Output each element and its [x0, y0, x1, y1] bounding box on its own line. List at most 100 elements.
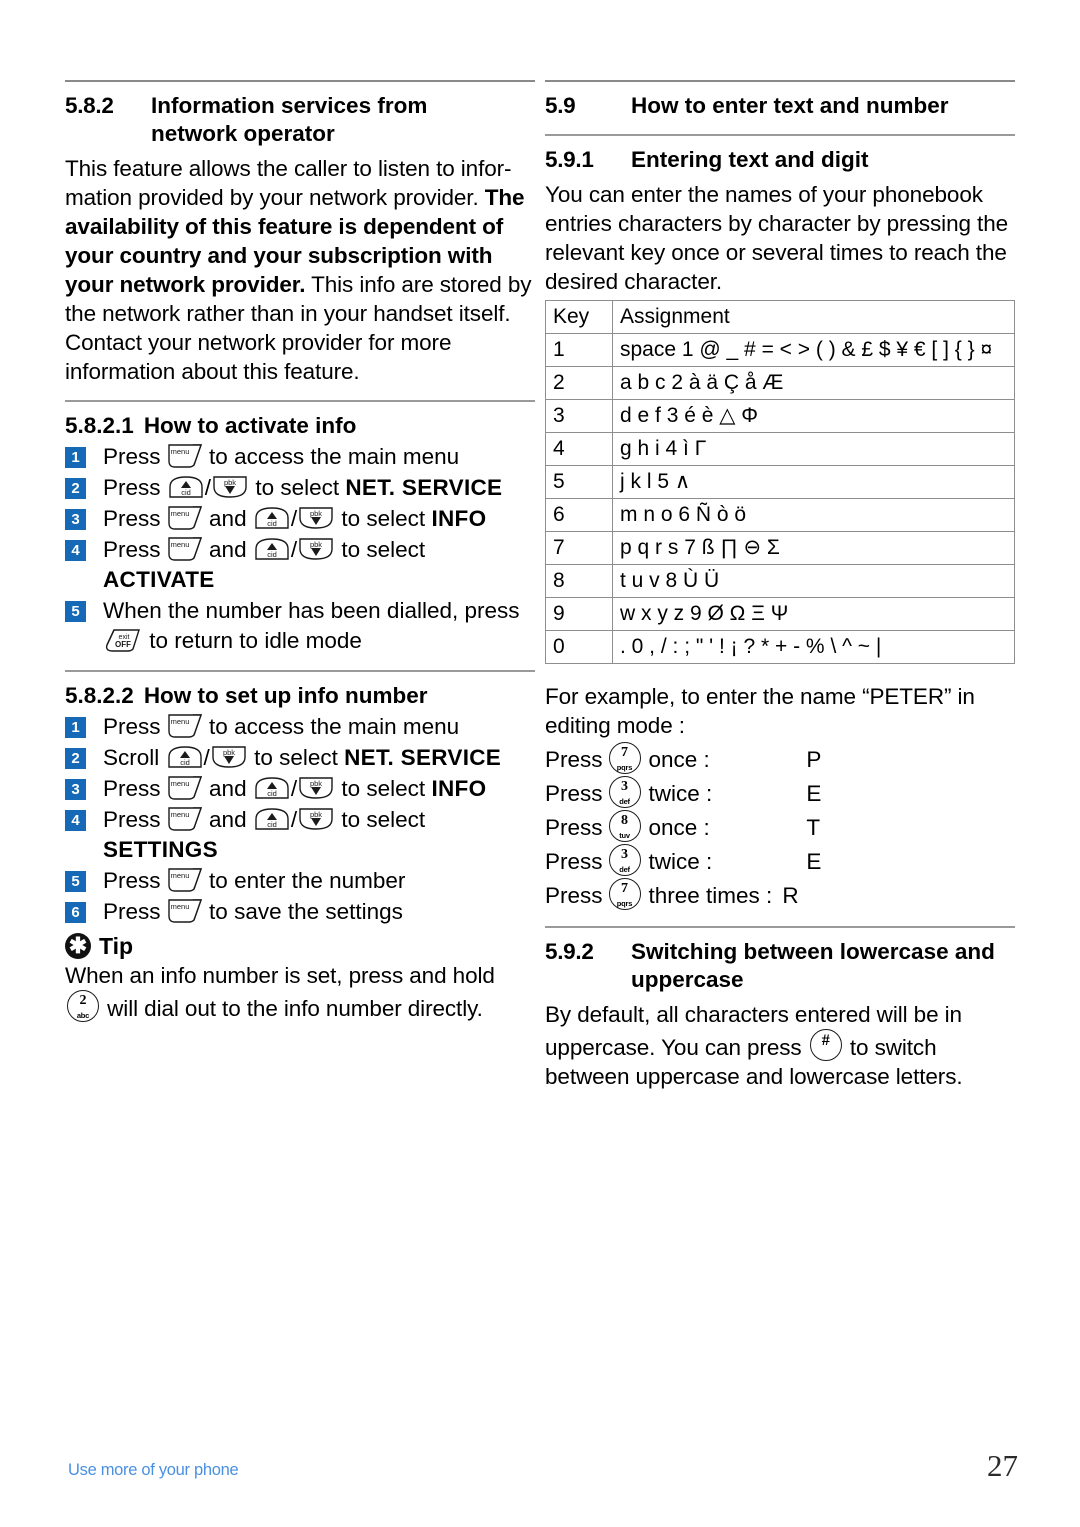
press-count: three times :: [648, 882, 773, 908]
up-cid-key-icon[interactable]: cid: [167, 474, 205, 500]
heading-5-9: 5.9 How to enter text and number: [545, 92, 1015, 120]
svg-text:menu: menu: [170, 509, 189, 518]
heading-text: How to set up info number: [143, 683, 428, 708]
up-cid-key-icon[interactable]: cid: [253, 775, 291, 801]
key-3-def-icon[interactable]: 3 def: [608, 844, 641, 876]
cell-key: 3: [545, 399, 613, 433]
footer-chapter-label: Use more of your phone: [68, 1461, 239, 1479]
key-sublabel: pqrs: [616, 763, 633, 772]
menu-key-icon[interactable]: menu: [167, 867, 203, 893]
list-item: 5 Press menu to enter the number: [65, 866, 535, 896]
exit-off-key-icon[interactable]: exit OFF: [103, 627, 143, 653]
table-row: 9 w x y z 9 Ø Ω Ξ Ψ: [545, 597, 1015, 631]
down-pbk-key-icon[interactable]: pbk: [297, 806, 335, 832]
svg-text:cid: cid: [267, 550, 277, 559]
step-text-mid: and: [209, 776, 247, 801]
press-label: Press: [545, 814, 603, 840]
key-hash-icon[interactable]: #: [809, 1029, 842, 1061]
step-text-post: to select: [255, 475, 340, 500]
key-sublabel: def: [619, 865, 630, 874]
table-row: Press 3 def twice : E: [545, 844, 821, 878]
step-text-post: to access the main menu: [209, 714, 460, 739]
key-7-pqrs-icon[interactable]: 7 pqrs: [608, 742, 641, 774]
key-digit: 3: [621, 779, 629, 794]
menu-key-icon[interactable]: menu: [167, 443, 203, 469]
down-pbk-key-icon[interactable]: pbk: [211, 474, 249, 500]
cell-key: 5: [545, 465, 613, 499]
step-menu-value: NET. SERVICE: [344, 745, 502, 770]
press-count: twice :: [648, 780, 713, 806]
svg-text:pbk: pbk: [310, 509, 322, 518]
step-text-pre: Press: [103, 537, 161, 562]
step-badge: 6: [65, 902, 86, 923]
key-7-pqrs-icon[interactable]: 7 pqrs: [608, 878, 641, 910]
key-sublabel: abc: [76, 1011, 90, 1020]
key-3-def-icon[interactable]: 3 def: [608, 776, 641, 808]
menu-key-icon[interactable]: menu: [167, 505, 203, 531]
key-sublabel: tuv: [619, 831, 630, 840]
heading-text: Entering text and digit: [631, 147, 869, 172]
up-cid-key-icon[interactable]: cid: [253, 505, 291, 531]
up-cid-key-icon[interactable]: cid: [166, 744, 204, 770]
section-divider: [545, 134, 1015, 136]
step-text-mid: and: [209, 807, 247, 832]
table-row: 6 m n o 6 Ñ ò ö: [545, 498, 1015, 532]
table-row: Press 8 tuv once : T: [545, 810, 821, 844]
step-badge: 4: [65, 540, 86, 561]
step-text-pre: Scroll: [103, 745, 160, 770]
down-pbk-key-icon[interactable]: pbk: [210, 744, 248, 770]
key-2-abc-icon[interactable]: 2 abc: [67, 990, 99, 1022]
heading-number: 5.8.2.1: [65, 413, 134, 438]
section-divider: [65, 80, 535, 82]
step-badge: 5: [65, 601, 86, 622]
down-pbk-key-icon[interactable]: pbk: [297, 505, 335, 531]
cell-key: 2: [545, 366, 613, 400]
key-8-tuv-icon[interactable]: 8 tuv: [608, 810, 641, 842]
menu-key-icon[interactable]: menu: [167, 806, 203, 832]
tip-text: When an info number is set, press and ho…: [65, 961, 535, 1023]
list-item: 1 Press menu to access the main menu: [65, 442, 535, 472]
table-row: 5 j k l 5 ∧: [545, 465, 1015, 499]
menu-key-icon[interactable]: menu: [167, 536, 203, 562]
down-pbk-key-icon[interactable]: pbk: [297, 536, 335, 562]
cell-assignment: . 0 , / : ; " ' ! ¡ ? * + - % \ ^ ~ |: [612, 630, 1015, 664]
key-digit: 3: [621, 847, 629, 862]
step-menu-value: INFO: [431, 776, 487, 801]
list-item: 2 Press cid / pbk to select NET. SERVICE: [65, 473, 535, 503]
page-number: 27: [987, 1448, 1018, 1483]
up-cid-key-icon[interactable]: cid: [253, 806, 291, 832]
svg-text:pbk: pbk: [310, 810, 322, 819]
up-cid-key-icon[interactable]: cid: [253, 536, 291, 562]
key-sublabel: def: [619, 797, 630, 806]
menu-key-icon[interactable]: menu: [167, 898, 203, 924]
table-row: Press 3 def twice : E: [545, 776, 821, 810]
svg-text:OFF: OFF: [115, 640, 131, 649]
list-item: 4 Press menu and cid /: [65, 805, 535, 865]
menu-key-icon[interactable]: menu: [167, 775, 203, 801]
section-divider: [65, 400, 535, 402]
step-text-pre: Press: [103, 714, 161, 739]
heading-5-9-1: 5.9.1 Entering text and digit: [545, 146, 1015, 174]
heading-number: 5.8.2: [65, 93, 114, 118]
heading-text: Switching between lowercase and uppercas…: [631, 939, 995, 992]
para-part-1: This feature allows the caller to listen…: [65, 156, 512, 210]
press-label: Press: [545, 882, 603, 908]
cell-key: 1: [545, 333, 613, 367]
steps-setup-info-number: 1 Press menu to access the main menu 2 S…: [65, 712, 535, 927]
menu-key-icon[interactable]: menu: [167, 713, 203, 739]
svg-text:cid: cid: [267, 820, 277, 829]
heading-5-8-2: 5.8.2 Information services from network …: [65, 92, 535, 148]
step-badge: 4: [65, 810, 86, 831]
result-char: E: [806, 780, 822, 806]
down-pbk-key-icon[interactable]: pbk: [297, 775, 335, 801]
cell-key: 4: [545, 432, 613, 466]
key-digit: 7: [621, 881, 629, 896]
step-badge: 2: [65, 478, 86, 499]
result-char: T: [806, 814, 821, 840]
cell-key: 0: [545, 630, 613, 664]
step-badge: 3: [65, 779, 86, 800]
svg-text:menu: menu: [170, 779, 189, 788]
peter-example-table: Press 7 pqrs once : P Press 3 def twice : …: [545, 742, 821, 912]
section-divider: [545, 80, 1015, 82]
cell-assignment: w x y z 9 Ø Ω Ξ Ψ: [612, 597, 1015, 631]
